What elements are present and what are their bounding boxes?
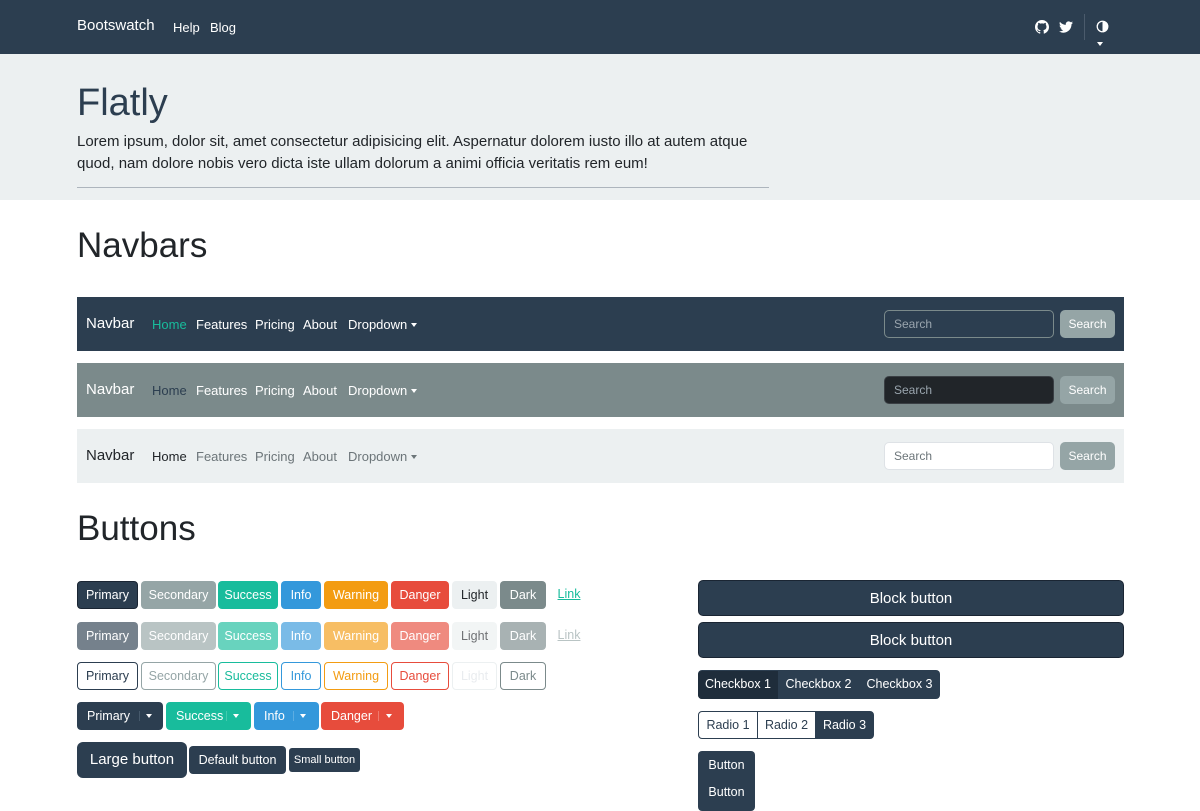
split-divider — [378, 711, 379, 721]
github-icon[interactable] — [1035, 20, 1049, 34]
hero-divider — [77, 187, 769, 188]
default-button[interactable]: Default button — [189, 746, 286, 774]
chevron-down-icon[interactable] — [300, 714, 306, 718]
navbar-link-home[interactable]: Home — [152, 449, 187, 464]
checkbox-2[interactable]: Checkbox 2 — [778, 671, 859, 699]
radio-2[interactable]: Radio 2 — [757, 711, 816, 739]
theme-toggle-icon — [1096, 20, 1109, 33]
navbar-dropdown[interactable]: Dropdown — [348, 449, 418, 464]
brand-link[interactable]: Bootswatch — [77, 17, 155, 34]
navbar-link-pricing[interactable]: Pricing — [255, 383, 295, 398]
vertical-button-1[interactable]: Button — [698, 752, 755, 780]
page-title: Flatly — [77, 82, 168, 124]
danger-outline-button[interactable]: Danger — [391, 662, 449, 690]
primary-outline-button[interactable]: Primary — [77, 662, 138, 690]
large-button[interactable]: Large button — [77, 742, 187, 778]
primary-button[interactable]: Primary — [77, 581, 138, 609]
info-button-disabled: Info — [281, 622, 321, 650]
navbar-brand[interactable]: Navbar — [86, 315, 134, 332]
navbar-brand[interactable]: Navbar — [86, 381, 134, 398]
navbar-light: Navbar Home Features Pricing About Dropd… — [77, 429, 1124, 483]
navbar-divider — [1084, 14, 1085, 40]
success-button-disabled: Success — [218, 622, 278, 650]
secondary-button[interactable]: Secondary — [141, 581, 216, 609]
success-outline-button[interactable]: Success — [218, 662, 278, 690]
navbar-link-home[interactable]: Home — [152, 317, 187, 332]
light-outline-button[interactable]: Light — [452, 662, 497, 690]
navbar-link-features[interactable]: Features — [196, 317, 247, 332]
search-button[interactable]: Search — [1060, 442, 1115, 470]
nav-link-blog[interactable]: Blog — [210, 20, 236, 35]
navbar-secondary: Navbar Home Features Pricing About Dropd… — [77, 363, 1124, 417]
info-split-button[interactable]: Info — [254, 702, 319, 730]
section-title-navbars: Navbars — [77, 226, 208, 265]
checkbox-3[interactable]: Checkbox 3 — [859, 671, 940, 699]
secondary-outline-button[interactable]: Secondary — [141, 662, 216, 690]
chevron-down-icon — [411, 455, 418, 459]
search-input[interactable] — [884, 376, 1054, 404]
navbar-dropdown[interactable]: Dropdown — [348, 317, 418, 332]
radio-3[interactable]: Radio 3 — [815, 711, 874, 739]
success-button[interactable]: Success — [218, 581, 278, 609]
section-title-buttons: Buttons — [77, 509, 196, 548]
checkbox-1[interactable]: Checkbox 1 — [698, 671, 778, 699]
navbar-link-about[interactable]: About — [303, 383, 337, 398]
warning-button[interactable]: Warning — [324, 581, 388, 609]
navbar-brand[interactable]: Navbar — [86, 447, 134, 464]
link-button-disabled: Link — [557, 628, 581, 642]
theme-toggle-dropdown[interactable] — [1096, 20, 1118, 46]
warning-outline-button[interactable]: Warning — [324, 662, 388, 690]
dark-outline-button[interactable]: Dark — [500, 662, 546, 690]
navbar-dropdown-label: Dropdown — [348, 449, 408, 464]
search-input[interactable] — [884, 310, 1054, 338]
small-button[interactable]: Small button — [289, 748, 360, 772]
dark-button[interactable]: Dark — [500, 581, 546, 609]
link-button[interactable]: Link — [552, 581, 586, 609]
navbar-dropdown[interactable]: Dropdown — [348, 383, 418, 398]
split-divider — [226, 711, 227, 721]
chevron-down-icon — [1097, 42, 1103, 46]
navbar-link-features[interactable]: Features — [196, 383, 247, 398]
split-divider — [139, 711, 140, 721]
chevron-down-icon[interactable] — [233, 714, 239, 718]
chevron-down-icon — [411, 389, 418, 393]
navbar-link-pricing[interactable]: Pricing — [255, 449, 295, 464]
twitter-icon[interactable] — [1059, 20, 1073, 34]
vertical-button-2[interactable]: Button — [698, 779, 755, 807]
hero-lead-text: Lorem ipsum, dolor sit, amet consectetur… — [77, 133, 748, 172]
secondary-button-disabled: Secondary — [141, 622, 216, 650]
light-button-disabled: Light — [452, 622, 497, 650]
navbar-dropdown-label: Dropdown — [348, 317, 408, 332]
hero-header: Flatly Lorem ipsum, dolor sit, amet cons… — [0, 54, 1200, 200]
dark-button-disabled: Dark — [500, 622, 546, 650]
search-button[interactable]: Search — [1060, 310, 1115, 338]
navbar-dropdown-label: Dropdown — [348, 383, 408, 398]
chevron-down-icon[interactable] — [146, 714, 152, 718]
navbar-link-about[interactable]: About — [303, 317, 337, 332]
split-divider — [293, 711, 294, 721]
block-button-1[interactable]: Block button — [698, 580, 1124, 616]
radio-1[interactable]: Radio 1 — [698, 711, 758, 739]
navbar-link-home[interactable]: Home — [152, 383, 187, 398]
search-button[interactable]: Search — [1060, 376, 1115, 404]
navbar-link-features[interactable]: Features — [196, 449, 247, 464]
navbar-primary: Navbar Home Features Pricing About Dropd… — [77, 297, 1124, 351]
warning-button-disabled: Warning — [324, 622, 388, 650]
chevron-down-icon[interactable] — [386, 714, 392, 718]
top-navbar: Bootswatch Help Blog — [0, 0, 1200, 54]
primary-button-disabled: Primary — [77, 622, 138, 650]
search-input[interactable] — [884, 442, 1054, 470]
info-button[interactable]: Info — [281, 581, 321, 609]
light-button[interactable]: Light — [452, 581, 497, 609]
block-button-2[interactable]: Block button — [698, 622, 1124, 658]
chevron-down-icon — [411, 323, 418, 327]
nav-link-help[interactable]: Help — [173, 20, 200, 35]
navbar-link-about[interactable]: About — [303, 449, 337, 464]
danger-button[interactable]: Danger — [391, 581, 449, 609]
navbar-link-pricing[interactable]: Pricing — [255, 317, 295, 332]
info-outline-button[interactable]: Info — [281, 662, 321, 690]
danger-button-disabled: Danger — [391, 622, 449, 650]
